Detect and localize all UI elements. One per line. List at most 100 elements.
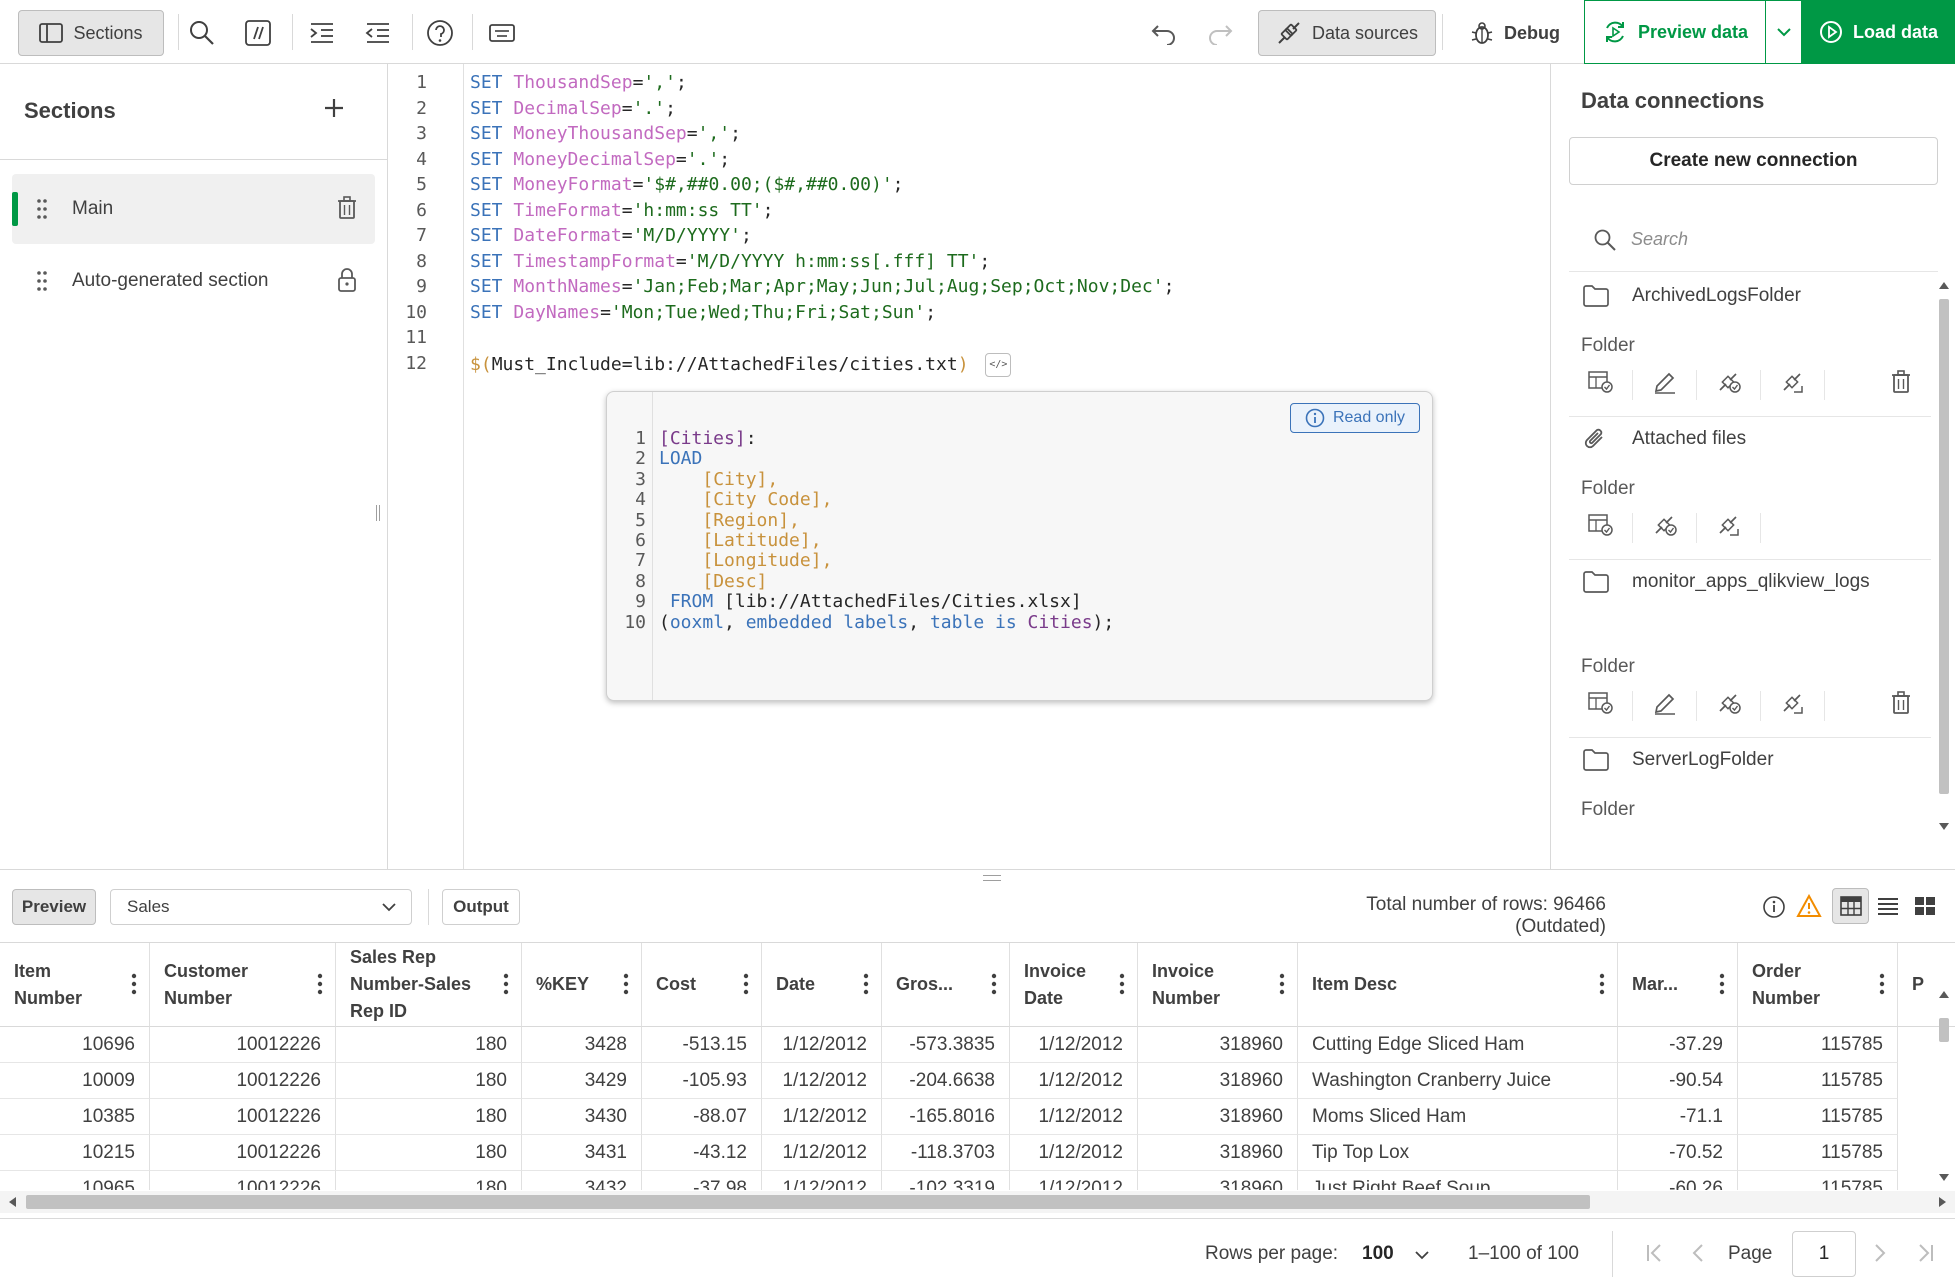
select-data-button[interactable] — [1569, 513, 1633, 543]
test-connection-button[interactable] — [1633, 513, 1697, 543]
test-connection-button[interactable] — [1697, 691, 1761, 721]
undo-button[interactable] — [1144, 10, 1184, 56]
next-page-icon[interactable] — [1872, 1241, 1888, 1265]
previous-page-icon[interactable] — [1690, 1241, 1706, 1265]
debug-button[interactable]: Debug — [1460, 10, 1570, 56]
column-menu-icon[interactable] — [317, 973, 323, 1000]
column-header[interactable]: Mar... — [1618, 943, 1738, 1027]
drag-handle-icon[interactable] — [36, 270, 48, 292]
connection-list-scrollbar[interactable] — [1934, 279, 1954, 839]
table-vertical-scrollbar[interactable] — [1933, 988, 1955, 1184]
create-new-connection-button[interactable]: Create new connection — [1569, 137, 1938, 185]
column-header[interactable]: Cost — [642, 943, 762, 1027]
preview-tab-button[interactable]: Preview — [12, 889, 96, 925]
include-statement: Must_Include=lib://AttachedFiles/cities.… — [491, 354, 958, 375]
scroll-thumb[interactable] — [26, 1195, 1590, 1209]
insert-string-button[interactable] — [1697, 513, 1761, 543]
keyboard-shortcuts-button[interactable] — [482, 10, 522, 56]
table-cell: 10012226 — [150, 1171, 336, 1190]
expand-include-button[interactable]: </> — [985, 353, 1012, 377]
scroll-up-icon[interactable] — [1933, 988, 1955, 1002]
load-data-button[interactable]: Load data — [1802, 0, 1955, 64]
drag-handle-icon[interactable] — [36, 198, 48, 220]
last-page-icon[interactable] — [1914, 1241, 1936, 1265]
trash-button[interactable] — [1869, 691, 1931, 721]
table-cell: 115785 — [1738, 1063, 1898, 1099]
help-button[interactable] — [420, 10, 460, 56]
pencil-button[interactable] — [1633, 691, 1697, 721]
pencil-button[interactable] — [1633, 370, 1697, 400]
column-menu-icon[interactable] — [1279, 973, 1285, 1000]
rows-per-page-select[interactable]: 100 — [1362, 1243, 1394, 1265]
insert-string-button[interactable] — [1761, 370, 1825, 400]
add-section-button[interactable] — [322, 96, 346, 126]
scroll-left-icon[interactable] — [6, 1191, 20, 1213]
connection-search-input[interactable] — [1631, 229, 1931, 250]
column-menu-icon[interactable] — [1879, 973, 1885, 1000]
indent-button[interactable] — [302, 10, 342, 56]
column-header[interactable]: Order Number — [1738, 943, 1898, 1027]
scroll-down-icon[interactable] — [1934, 819, 1954, 833]
redo-button[interactable] — [1200, 10, 1240, 56]
column-menu-icon[interactable] — [1599, 973, 1605, 1000]
column-header[interactable]: %KEY — [522, 943, 642, 1027]
preview-data-button[interactable]: Preview data — [1584, 0, 1766, 64]
grid-view-button[interactable] — [1907, 888, 1944, 924]
trash-icon[interactable] — [337, 196, 357, 220]
column-menu-icon[interactable] — [503, 973, 509, 1000]
table-view-button[interactable] — [1832, 888, 1870, 924]
test-connection-button[interactable] — [1697, 370, 1761, 400]
comment-button[interactable] — [238, 10, 278, 56]
insert-string-button[interactable] — [1761, 691, 1825, 721]
column-header[interactable]: Item Number — [0, 943, 150, 1027]
list-view-button[interactable] — [1869, 888, 1906, 924]
column-header[interactable]: Sales Rep Number-Sales Rep ID — [336, 943, 522, 1027]
column-menu-icon[interactable] — [743, 973, 749, 1000]
page-number-input[interactable] — [1792, 1231, 1856, 1277]
section-item-main[interactable]: Main — [12, 174, 375, 244]
column-menu-icon[interactable] — [863, 973, 869, 1000]
section-item-auto-generated[interactable]: Auto-generated section — [12, 246, 375, 316]
sections-resize-handle[interactable] — [376, 505, 380, 521]
popup-field: [Latitude], — [702, 530, 822, 551]
column-menu-icon[interactable] — [1719, 973, 1725, 1000]
table-selector[interactable]: Sales — [110, 889, 412, 925]
outdent-button[interactable] — [358, 10, 398, 56]
column-header[interactable]: Invoice Number — [1138, 943, 1298, 1027]
column-menu-icon[interactable] — [991, 973, 997, 1000]
table-cell: 180 — [336, 1027, 522, 1063]
search-button[interactable] — [182, 10, 222, 56]
scroll-right-icon[interactable] — [1935, 1191, 1949, 1213]
select-data-button[interactable] — [1569, 691, 1633, 721]
column-header[interactable]: Customer Number — [150, 943, 336, 1027]
preview-resize-handle[interactable] — [983, 875, 1001, 881]
column-menu-icon[interactable] — [1119, 973, 1125, 1000]
first-page-icon[interactable] — [1644, 1241, 1666, 1265]
sections-toggle-button[interactable]: Sections — [18, 10, 164, 56]
column-menu-icon[interactable] — [131, 973, 137, 1000]
output-tab-button[interactable]: Output — [442, 889, 520, 925]
select-data-button[interactable] — [1569, 370, 1633, 400]
data-sources-button[interactable]: Data sources — [1258, 10, 1436, 56]
preview-options-button[interactable] — [1766, 0, 1802, 64]
column-header[interactable]: Gros... — [882, 943, 1010, 1027]
scroll-thumb[interactable] — [1939, 299, 1949, 794]
trash-button[interactable] — [1869, 370, 1931, 400]
info-icon[interactable] — [1762, 895, 1786, 919]
scroll-thumb[interactable] — [1939, 1018, 1949, 1042]
script-editor[interactable]: 1 2 3 4 5 6 7 8 9 10 11 12 SET ThousandSep=','; SET … — [388, 64, 1562, 870]
column-header[interactable]: Item Desc — [1298, 943, 1618, 1027]
table-horizontal-scrollbar[interactable] — [0, 1191, 1955, 1213]
scroll-up-icon[interactable] — [1934, 279, 1954, 293]
column-header[interactable]: Invoice Date — [1010, 943, 1138, 1027]
table-cell: 318960 — [1138, 1171, 1298, 1190]
column-header[interactable]: Date — [762, 943, 882, 1027]
select-data-icon — [1587, 513, 1614, 543]
total-rows-text: Total number of rows: 96466 (Outdated) — [1366, 894, 1606, 937]
scroll-down-icon[interactable] — [1933, 1170, 1955, 1184]
load-data-label: Load data — [1852, 21, 1938, 42]
column-menu-icon[interactable] — [623, 973, 629, 1000]
popup-line-number: 4 — [635, 489, 646, 511]
chevron-down-icon[interactable] — [1414, 1250, 1430, 1260]
code-keyword: SET — [470, 250, 503, 272]
